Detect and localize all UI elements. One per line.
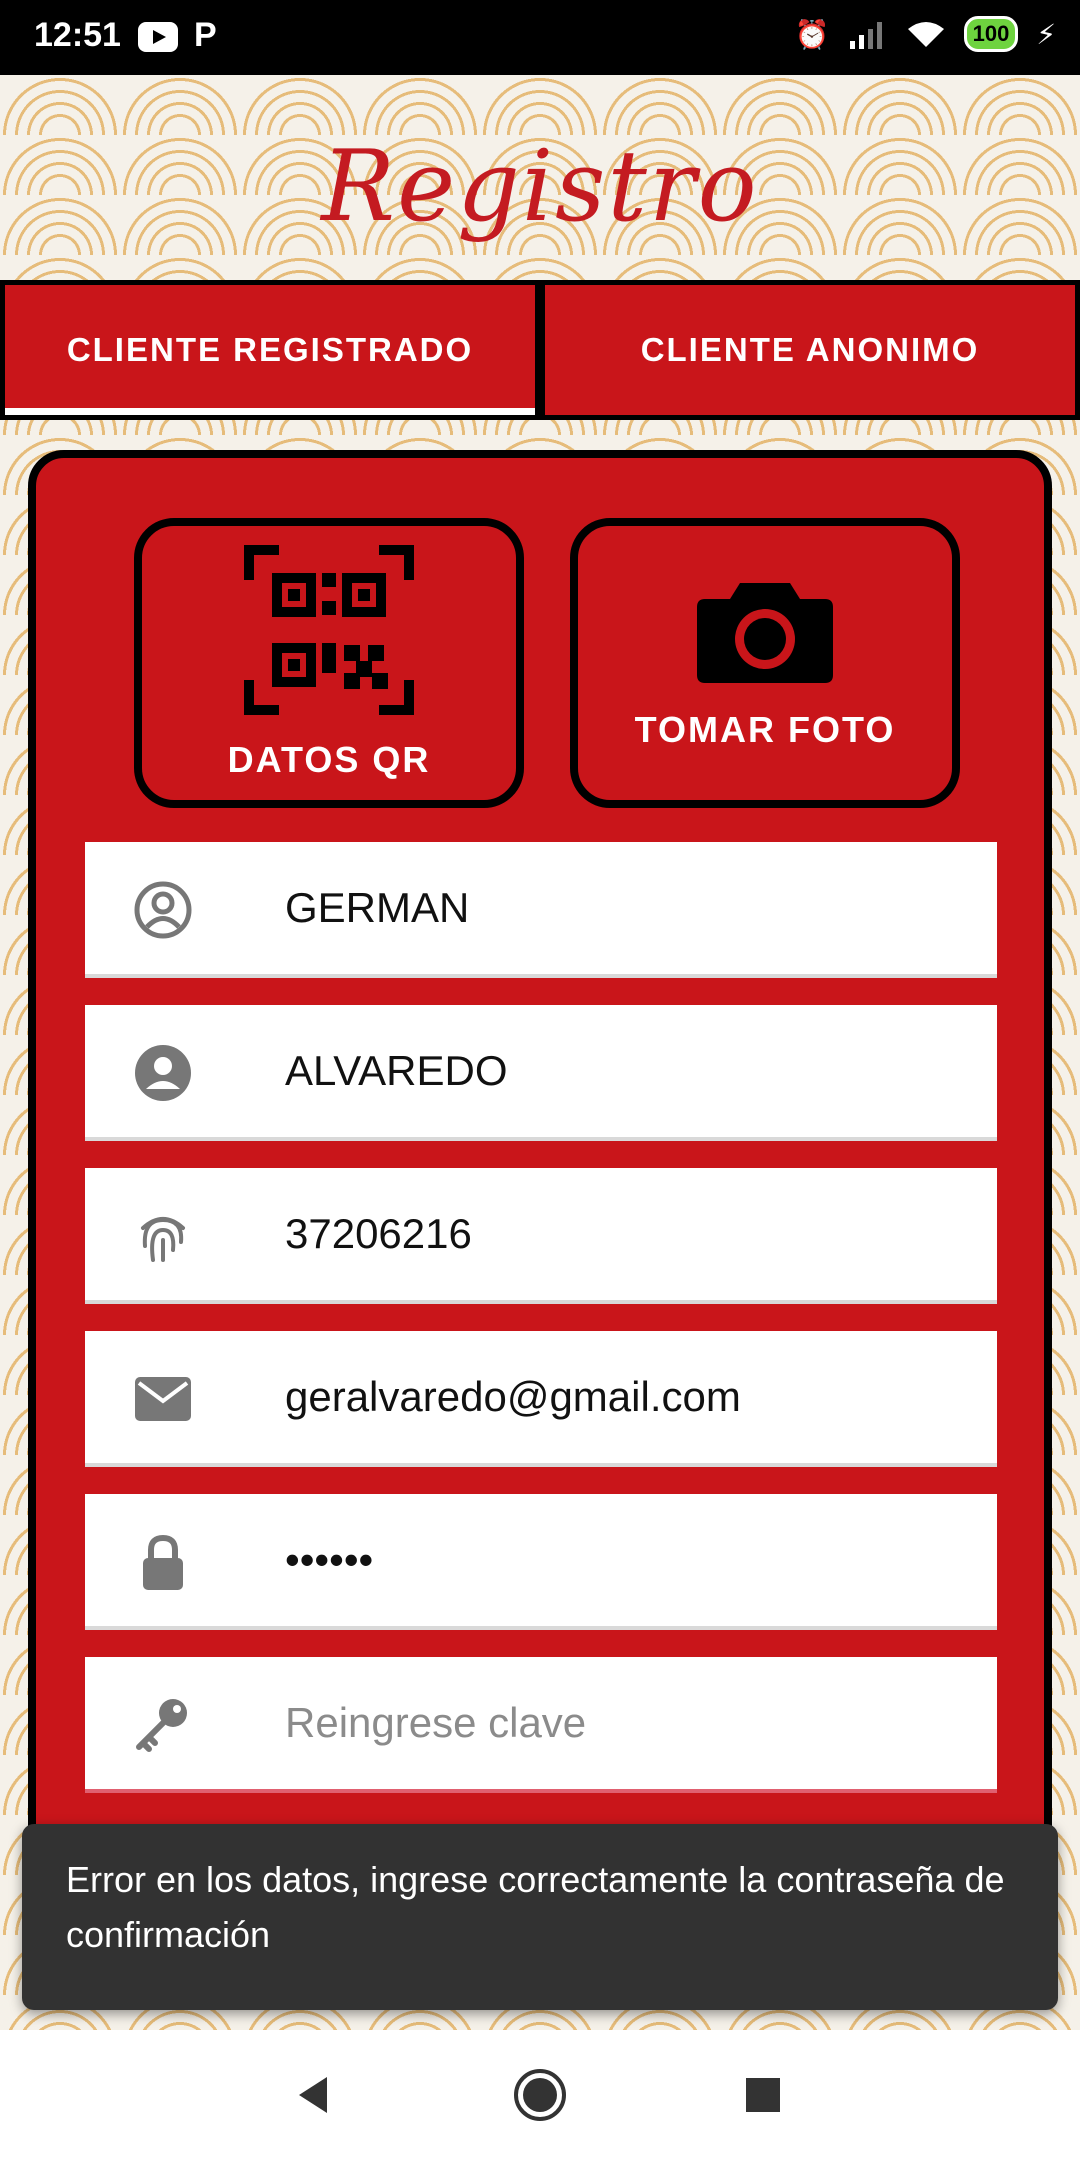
last-name-value: ALVAREDO bbox=[285, 1047, 508, 1094]
last-name-field[interactable]: ALVAREDO bbox=[85, 1005, 997, 1141]
tab-cliente-registrado[interactable]: CLIENTE REGISTRADO bbox=[0, 280, 540, 420]
first-name-value: GERMAN bbox=[285, 884, 470, 931]
alarm-icon: ⏰ bbox=[794, 18, 830, 50]
client-type-tabs: CLIENTE REGISTRADO CLIENTE ANONIMO bbox=[0, 280, 1080, 420]
registration-card: DATOS QR TOMAR FOTO GERMAN ALVAREDO 3720… bbox=[28, 450, 1052, 1900]
home-icon[interactable] bbox=[510, 2065, 570, 2125]
tab-cliente-anonimo[interactable]: CLIENTE ANONIMO bbox=[540, 280, 1080, 420]
p-notification-icon: P bbox=[194, 16, 217, 54]
account-icon bbox=[135, 1045, 191, 1101]
page-title: Registro bbox=[321, 130, 759, 244]
email-field[interactable]: geralvaredo@gmail.com bbox=[85, 1331, 997, 1467]
account-circle-icon bbox=[134, 881, 192, 939]
camera-icon bbox=[697, 583, 833, 683]
password-field[interactable]: •••••• bbox=[85, 1494, 997, 1630]
key-icon bbox=[136, 1699, 187, 1752]
email-value: geralvaredo@gmail.com bbox=[285, 1373, 741, 1420]
fingerprint-icon bbox=[141, 1217, 185, 1262]
status-time: 12:51 bbox=[34, 16, 121, 54]
charging-icon: ⚡ bbox=[1036, 18, 1056, 50]
lock-icon bbox=[143, 1534, 183, 1590]
qr-code-icon bbox=[244, 545, 414, 715]
battery-icon: 100 bbox=[963, 16, 1019, 52]
password-value: •••••• bbox=[285, 1536, 374, 1583]
confirm-password-field[interactable]: Reingrese clave bbox=[85, 1657, 997, 1793]
first-name-field[interactable]: GERMAN bbox=[85, 842, 997, 978]
youtube-icon bbox=[138, 22, 178, 52]
status-icons: ⏰ 100 ⚡ bbox=[795, 16, 1056, 52]
mail-icon bbox=[135, 1377, 191, 1421]
qr-button-label: DATOS QR bbox=[227, 739, 431, 780]
system-nav-bar bbox=[0, 2030, 1080, 2160]
error-snackbar: Error en los datos, ingrese correctament… bbox=[22, 1824, 1058, 2010]
status-bar: 12:51 P ⏰ 100 ⚡ bbox=[0, 0, 1080, 75]
photo-button-label: TOMAR FOTO bbox=[634, 709, 896, 750]
wifi-icon bbox=[907, 22, 944, 47]
recents-icon[interactable] bbox=[733, 2065, 793, 2125]
signal-icon bbox=[849, 22, 882, 49]
dni-value: 37206216 bbox=[285, 1210, 472, 1257]
confirm-password-placeholder: Reingrese clave bbox=[285, 1699, 587, 1746]
dni-field[interactable]: 37206216 bbox=[85, 1168, 997, 1304]
back-icon[interactable] bbox=[283, 2065, 343, 2125]
snackbar-message: Error en los datos, ingrese correctament… bbox=[66, 1859, 1005, 1955]
take-photo-button[interactable]: TOMAR FOTO bbox=[570, 518, 960, 808]
qr-data-button[interactable]: DATOS QR bbox=[134, 518, 524, 808]
